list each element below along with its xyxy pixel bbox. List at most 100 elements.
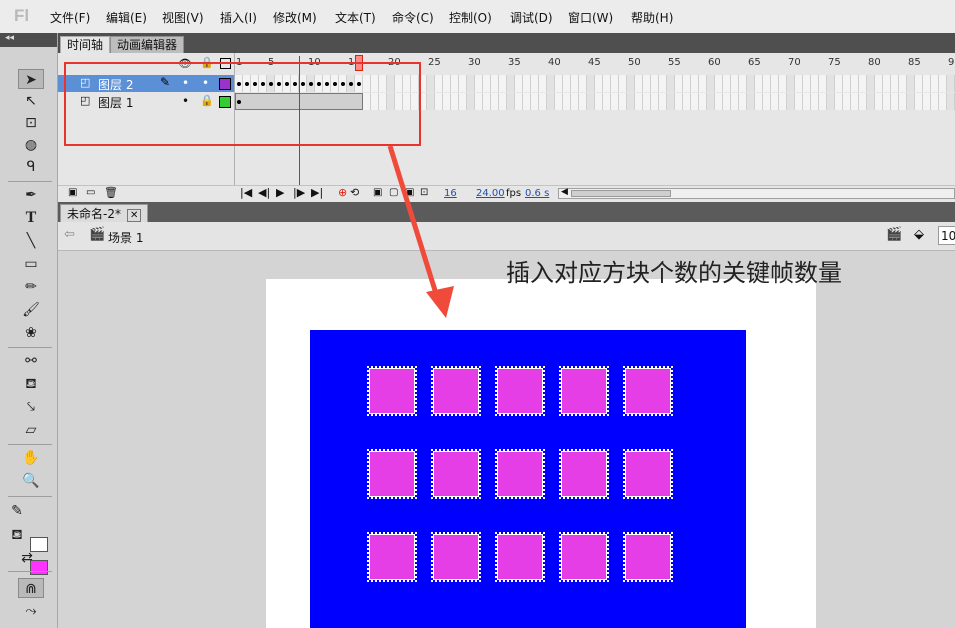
frame-cell[interactable] [947, 93, 955, 110]
frame-cell[interactable] [883, 75, 891, 92]
frame-cell[interactable] [771, 93, 779, 110]
frame-cell[interactable] [939, 75, 947, 92]
swap-colors-icon[interactable]: ⇄ [14, 548, 40, 568]
frame-cell[interactable] [499, 75, 507, 92]
magenta-square[interactable] [559, 449, 609, 499]
frame-cell[interactable] [587, 75, 595, 92]
frame-cell[interactable] [539, 93, 547, 110]
frame-cell[interactable] [755, 75, 763, 92]
frame-cell[interactable] [523, 93, 531, 110]
frame-cell[interactable] [723, 75, 731, 92]
frame-cell[interactable] [691, 75, 699, 92]
frame-cell[interactable] [779, 75, 787, 92]
frame-cell[interactable] [931, 93, 939, 110]
magenta-square[interactable] [495, 449, 545, 499]
bone-tool-icon[interactable]: ⚯ [18, 351, 44, 371]
scrollbar-thumb[interactable] [571, 190, 671, 197]
onion-markers-icon[interactable]: ⊡ [420, 187, 428, 198]
magenta-square[interactable] [559, 532, 609, 582]
menu-help[interactable]: 帮助(H) [631, 9, 673, 26]
frame-cell[interactable] [683, 75, 691, 92]
frame-cell[interactable] [475, 75, 483, 92]
frame-cell[interactable] [451, 93, 459, 110]
new-folder-icon[interactable]: ▭ [86, 187, 95, 198]
pen-tool-icon[interactable]: ✒ [18, 185, 44, 205]
last-frame-icon[interactable]: ▶| [311, 186, 323, 199]
first-frame-icon[interactable]: |◀ [240, 186, 252, 199]
next-frame-icon[interactable]: |▶ [293, 186, 305, 199]
frame-cell[interactable] [531, 75, 539, 92]
frame-cell[interactable] [611, 93, 619, 110]
magenta-square[interactable] [495, 366, 545, 416]
frame-cell[interactable] [771, 75, 779, 92]
frame-cell[interactable] [467, 93, 475, 110]
menu-modify[interactable]: 修改(M) [273, 9, 317, 26]
frame-cell[interactable] [515, 93, 523, 110]
menu-edit[interactable]: 编辑(E) [106, 9, 147, 26]
frame-cell[interactable] [587, 93, 595, 110]
frame-cell[interactable] [899, 93, 907, 110]
deco-tool-icon[interactable]: ❀ [18, 323, 44, 343]
frame-cell[interactable] [803, 75, 811, 92]
scene-name[interactable]: 场景 1 [108, 229, 143, 246]
frame-cell[interactable] [739, 75, 747, 92]
frame-cell[interactable] [483, 93, 491, 110]
edit-multiple-icon[interactable]: ▣ [405, 187, 414, 198]
frame-cell[interactable] [907, 93, 915, 110]
frame-cell[interactable] [683, 93, 691, 110]
frame-cell[interactable] [563, 75, 571, 92]
frame-cell[interactable] [763, 75, 771, 92]
scroll-left-icon[interactable]: ◀ [561, 187, 568, 197]
eraser-tool-icon[interactable]: ▱ [18, 420, 44, 440]
frame-cell[interactable] [883, 93, 891, 110]
snap-magnet-icon[interactable]: ⋒ [18, 578, 44, 598]
frame-cell[interactable] [667, 93, 675, 110]
frame-cell[interactable] [659, 93, 667, 110]
frame-cell[interactable] [875, 93, 883, 110]
frame-cell[interactable] [651, 93, 659, 110]
frame-cell[interactable] [547, 93, 555, 110]
frame-cell[interactable] [739, 93, 747, 110]
frame-cell[interactable] [643, 75, 651, 92]
frame-cell[interactable] [619, 93, 627, 110]
text-tool-icon[interactable]: T [18, 208, 44, 228]
pencil-tool-icon[interactable]: ✏ [18, 277, 44, 297]
subselection-tool-icon[interactable]: ↖ [18, 91, 44, 111]
frame-cell[interactable] [427, 93, 435, 110]
frame-cell[interactable] [875, 75, 883, 92]
frame-cell[interactable] [579, 93, 587, 110]
frame-cell[interactable] [859, 75, 867, 92]
frame-cell[interactable] [827, 93, 835, 110]
onion-outline-icon[interactable]: ▢ [389, 187, 398, 198]
frame-cell[interactable] [819, 93, 827, 110]
frame-cell[interactable] [843, 93, 851, 110]
menu-text[interactable]: 文本(T) [335, 9, 376, 26]
menu-window[interactable]: 窗口(W) [568, 9, 613, 26]
eyedropper-tool-icon[interactable]: ⤥ [18, 397, 44, 417]
frame-cell[interactable] [755, 93, 763, 110]
frame-cell[interactable] [491, 75, 499, 92]
magenta-square[interactable] [431, 449, 481, 499]
lasso-tool-icon[interactable]: ᑫ [18, 157, 44, 177]
frame-cell[interactable] [651, 75, 659, 92]
elapsed-time-readout[interactable]: 0.6 s [525, 188, 549, 199]
frame-cell[interactable] [747, 93, 755, 110]
edit-symbols-icon[interactable]: ⬙ [914, 227, 924, 242]
3d-rotation-tool-icon[interactable]: ◍ [18, 135, 44, 155]
frame-cell[interactable] [787, 93, 795, 110]
frame-cell[interactable] [707, 75, 715, 92]
prev-frame-icon[interactable]: ◀| [258, 186, 270, 199]
frame-cell[interactable] [595, 75, 603, 92]
frame-cell[interactable] [859, 93, 867, 110]
magenta-square[interactable] [431, 366, 481, 416]
frame-cell[interactable] [899, 75, 907, 92]
frame-cell[interactable] [579, 75, 587, 92]
magenta-square[interactable] [623, 449, 673, 499]
edit-scene-icon[interactable]: 🎬 [886, 227, 902, 242]
frame-cell[interactable] [867, 93, 875, 110]
collapse-icon[interactable]: ◂◂ [5, 33, 14, 43]
back-arrow-icon[interactable]: ⇦ [64, 227, 75, 242]
frame-cell[interactable] [699, 75, 707, 92]
current-frame-readout[interactable]: 16 [444, 188, 457, 199]
frame-cell[interactable] [851, 93, 859, 110]
